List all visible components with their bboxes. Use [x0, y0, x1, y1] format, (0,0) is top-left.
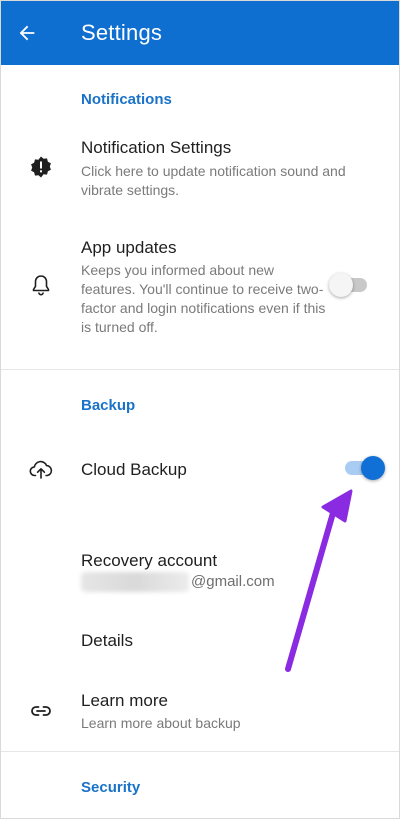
details-title: Details [81, 631, 133, 650]
link-icon [27, 697, 55, 725]
section-header-notifications: Notifications [81, 91, 172, 108]
section-header-security: Security [81, 779, 141, 796]
section-divider [1, 751, 399, 752]
cloud-backup-row[interactable] [1, 441, 399, 497]
section-header-backup: Backup [81, 397, 136, 414]
cloud-backup-title: Cloud Backup [81, 460, 187, 479]
learn-more-row[interactable] [1, 679, 399, 743]
redacted-email [81, 572, 189, 592]
settings-screen: Settings Notifications Notification Sett… [0, 0, 400, 819]
arrow-left-icon [19, 25, 35, 41]
app-updates-toggle[interactable] [329, 273, 373, 297]
details-row[interactable] [1, 619, 399, 663]
app-bar: Settings [1, 1, 399, 65]
recovery-email-suffix: @gmail.com [191, 573, 275, 590]
app-updates-subtitle: Keeps you informed about new features. Y… [81, 262, 326, 335]
toggle-thumb [329, 273, 353, 297]
learn-more-title: Learn more [81, 691, 168, 710]
bell-icon [27, 271, 55, 299]
learn-more-subtitle: Learn more about backup [81, 715, 241, 731]
back-button[interactable] [11, 17, 43, 49]
cloud-backup-toggle[interactable] [341, 456, 385, 480]
cloud-upload-icon [27, 455, 55, 483]
notification-settings-title: Notification Settings [81, 138, 232, 157]
section-divider [1, 369, 399, 370]
page-title: Settings [81, 20, 163, 45]
notification-settings-subtitle: Click here to update notification sound … [81, 163, 346, 198]
recovery-account-title: Recovery account [81, 551, 218, 570]
toggle-thumb [361, 456, 385, 480]
app-updates-title: App updates [81, 238, 177, 257]
alert-badge-icon [27, 153, 55, 181]
recovery-account-row[interactable] [1, 539, 399, 603]
